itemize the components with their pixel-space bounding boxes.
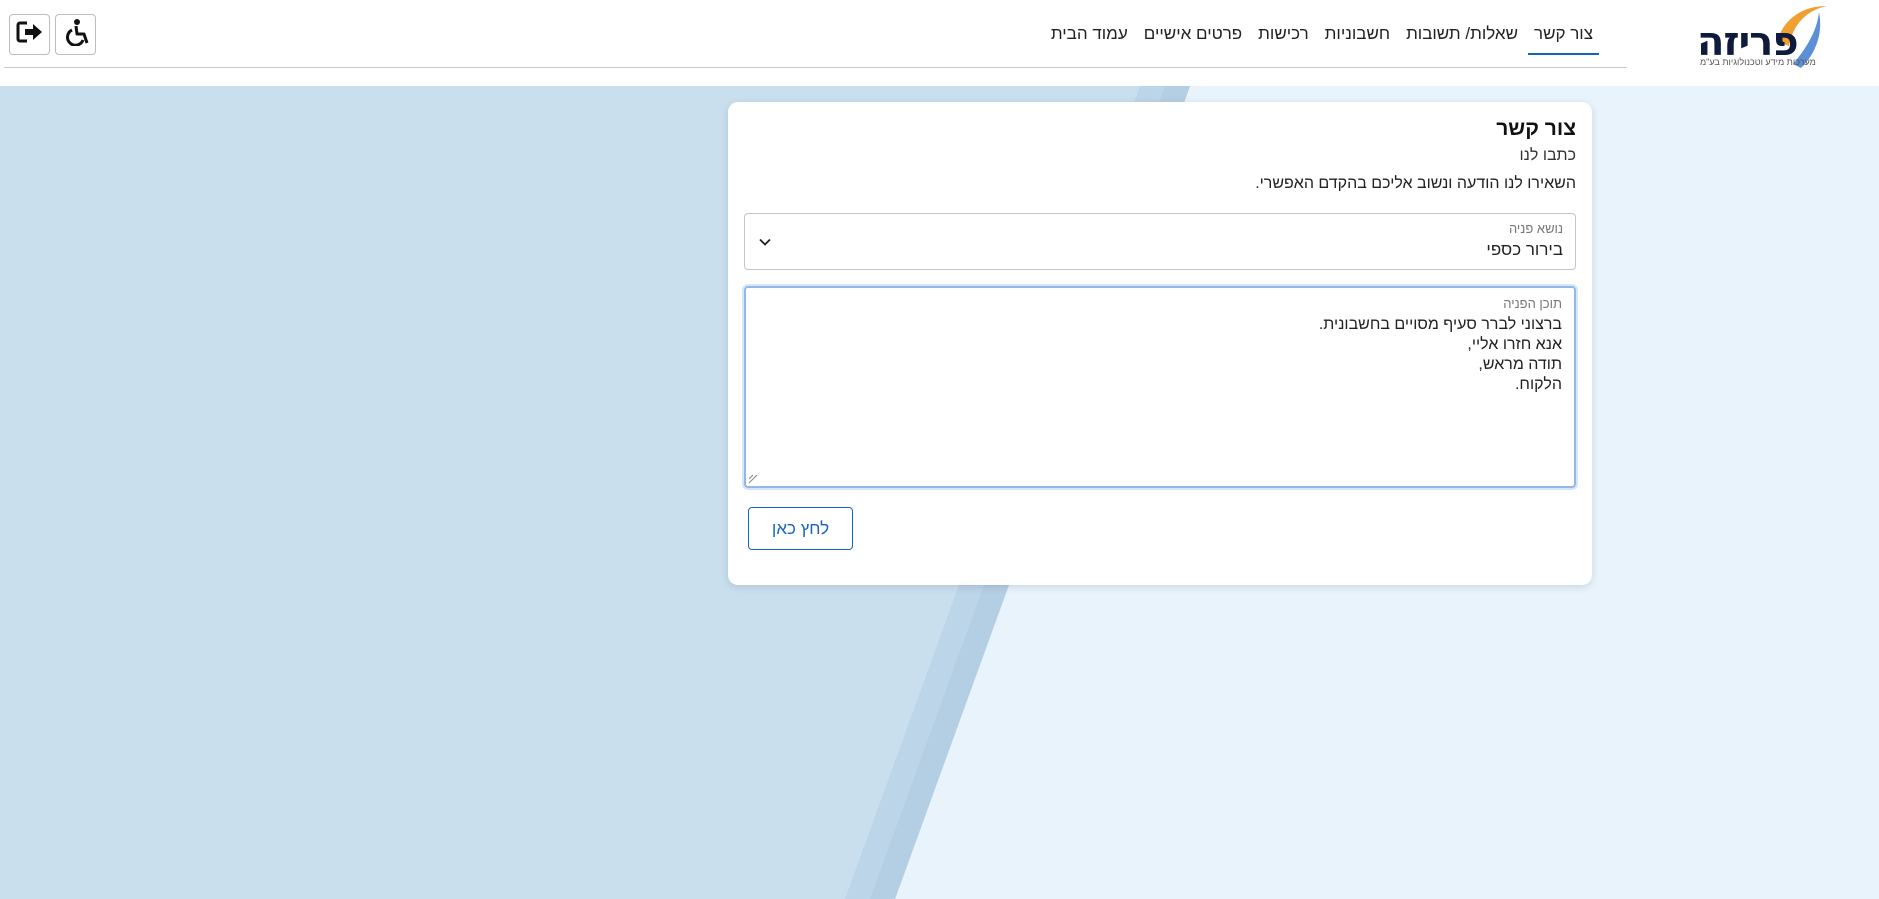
nav-item-invoices[interactable]: חשבוניות [1317, 0, 1398, 56]
subject-value: בירור כספי [1486, 240, 1563, 259]
main-nav: עמוד הבית פרטים אישיים רכישות חשבוניות ש… [1043, 0, 1601, 56]
message-line: ברצוני לברר סעיף מסויים בחשבונית. [1318, 316, 1562, 333]
message-line: תודה מראש, [1478, 356, 1562, 373]
nav-item-purchases[interactable]: רכישות [1250, 0, 1317, 56]
contact-form-card: צור קשר כתבו לנו השאירו לנו הודעה ונשוב … [728, 102, 1592, 585]
page-title: צור קשר [1496, 117, 1576, 140]
logout-button[interactable] [9, 14, 50, 55]
chevron-down-icon [759, 238, 771, 246]
message-text: ברצוני לברר סעיף מסויים בחשבונית. אנא חז… [1319, 315, 1562, 395]
message-textarea[interactable]: תוכן הפניה ברצוני לברר סעיף מסויים בחשבו… [744, 286, 1576, 488]
nav-item-contact[interactable]: צור קשר [1526, 0, 1601, 56]
subject-select[interactable]: נושא פניה בירור כספי [744, 213, 1576, 270]
submit-button[interactable]: לחץ כאן [748, 507, 853, 550]
nav-item-faq[interactable]: שאלות/ תשובות [1398, 0, 1526, 56]
subject-label: נושא פניה [1508, 221, 1563, 236]
nav-item-home[interactable]: עמוד הבית [1043, 0, 1136, 56]
accessibility-button[interactable] [55, 14, 96, 55]
wheelchair-icon [63, 18, 89, 51]
page-subtitle: כתבו לנו [1519, 147, 1576, 164]
nav-item-personal-details[interactable]: פרטים אישיים [1136, 0, 1250, 56]
form-description: השאירו לנו הודעה ונשוב אליכם בהקדם האפשר… [1255, 175, 1576, 192]
sign-out-icon [16, 20, 44, 49]
resize-handle-icon[interactable] [748, 474, 758, 484]
logo-subtitle: מערכות מידע וטכנולוגיות בע"מ [1700, 57, 1816, 67]
message-label: תוכן הפניה [1503, 296, 1562, 311]
top-header: עמוד הבית פרטים אישיים רכישות חשבוניות ש… [0, 0, 1879, 86]
message-line: הלקוח. [1514, 376, 1562, 393]
header-divider [4, 67, 1627, 68]
message-line: אנא חזרו אליי, [1467, 336, 1562, 353]
